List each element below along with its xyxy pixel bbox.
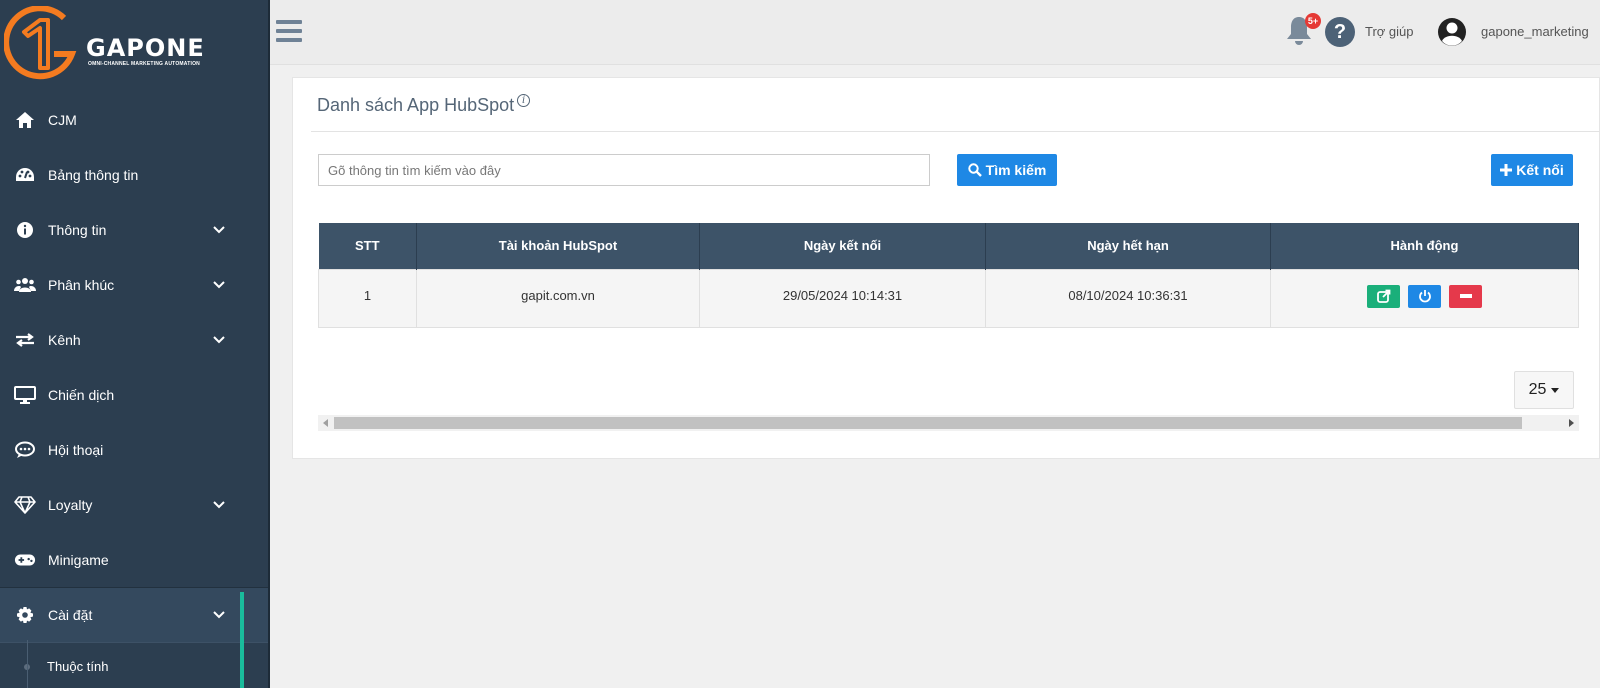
sidebar-item-label: Hội thoại — [48, 441, 104, 458]
dashboard-icon — [14, 164, 36, 186]
sidebar-item-label: Chiến dịch — [48, 386, 115, 403]
page-size-value: 25 — [1528, 381, 1547, 398]
diamond-icon — [14, 494, 36, 516]
gear-icon — [14, 604, 36, 626]
sidebar-item-loyalty[interactable]: Loyalty — [0, 477, 268, 532]
sidebar-item-conversations[interactable]: Hội thoại — [0, 422, 268, 477]
sidebar-subitem-attributes[interactable]: Thuộc tính — [0, 642, 268, 688]
hubspot-apps-table: STT Tài khoản HubSpot Ngày kết nối Ngày … — [318, 223, 1579, 328]
sidebar: GAPONE OMNI-CHANNEL MARKETING AUTOMATION… — [0, 0, 270, 688]
page-title-text: Danh sách App HubSpot — [317, 95, 515, 115]
chevron-down-icon — [213, 500, 225, 510]
column-header-actions: Hành động — [1270, 223, 1579, 269]
plus-icon — [1500, 164, 1513, 176]
notifications-button[interactable]: 5+ — [1284, 13, 1321, 50]
table-row: 1 gapit.com.vn 29/05/2024 10:14:31 08/10… — [318, 268, 1579, 328]
username[interactable]: gapone_marketing — [1481, 24, 1589, 39]
cell-actions — [1270, 268, 1579, 328]
search-button-label: Tìm kiếm — [985, 162, 1047, 178]
power-button[interactable] — [1408, 284, 1441, 308]
user-circle-icon — [1438, 18, 1466, 46]
sidebar-item-label: Cài đặt — [48, 607, 93, 623]
top-bar: 5+ ? Trợ giúp gapone_marketing — [270, 0, 1600, 65]
sidebar-item-segments[interactable]: Phân khúc — [0, 257, 268, 312]
minus-icon — [1459, 294, 1472, 298]
cell-connected-date: 29/05/2024 10:14:31 — [699, 268, 986, 328]
column-header-expiry-date[interactable]: Ngày hết hạn — [985, 223, 1271, 269]
main-panel: Danh sách App HubSpoti Tìm kiếm Kết nối … — [292, 77, 1600, 459]
brand-tagline: OMNI-CHANNEL MARKETING AUTOMATION — [88, 61, 200, 67]
chat-icon — [14, 439, 36, 461]
sidebar-subitem-label: Thuộc tính — [47, 659, 109, 674]
column-header-account[interactable]: Tài khoản HubSpot — [416, 223, 700, 269]
page-size-dropdown[interactable]: 25 — [1514, 371, 1574, 409]
column-header-connected-date[interactable]: Ngày kết nối — [699, 223, 986, 269]
sidebar-item-label: Minigame — [48, 551, 109, 568]
table-header-row: STT Tài khoản HubSpot Ngày kết nối Ngày … — [318, 223, 1579, 269]
menu-toggle-icon[interactable] — [276, 20, 302, 42]
search-icon — [967, 163, 982, 177]
help-icon[interactable]: ? — [1325, 17, 1355, 47]
brand-name: GAPONE — [86, 34, 205, 62]
search-button[interactable]: Tìm kiếm — [957, 154, 1057, 186]
title-divider — [311, 131, 1600, 132]
caret-down-icon — [1551, 387, 1560, 393]
scroll-right-arrow-icon[interactable] — [1569, 419, 1574, 427]
connect-button-label: Kết nối — [1516, 162, 1564, 178]
sidebar-item-info[interactable]: Thông tin — [0, 202, 268, 257]
cell-stt: 1 — [318, 268, 417, 328]
brand-logo[interactable]: GAPONE OMNI-CHANNEL MARKETING AUTOMATION — [0, 0, 268, 92]
sidebar-item-campaigns[interactable]: Chiến dịch — [0, 367, 268, 422]
info-icon — [14, 219, 36, 241]
sidebar-item-minigame[interactable]: Minigame — [0, 532, 268, 587]
help-link[interactable]: Trợ giúp — [1365, 24, 1414, 39]
power-icon — [1418, 290, 1431, 303]
sidebar-item-label: Thông tin — [48, 221, 107, 238]
column-header-stt[interactable]: STT — [318, 223, 417, 269]
user-avatar[interactable] — [1437, 17, 1467, 47]
page-title: Danh sách App HubSpot i — [317, 94, 531, 116]
scrollbar-thumb[interactable] — [334, 417, 1522, 429]
exchange-icon — [14, 329, 36, 351]
sidebar-item-label: CJM — [48, 111, 77, 128]
cell-account: gapit.com.vn — [416, 268, 700, 328]
delete-button[interactable] — [1449, 284, 1482, 308]
gapone-logo-mark-icon — [4, 6, 77, 80]
submenu-guide-line — [27, 640, 28, 688]
chevron-down-icon — [213, 280, 225, 290]
share-edit-icon — [1376, 289, 1390, 303]
home-icon — [14, 109, 36, 131]
sidebar-item-label: Bảng thông tin — [48, 166, 139, 183]
connect-button[interactable]: Kết nối — [1491, 154, 1573, 186]
sidebar-item-dashboard[interactable]: Bảng thông tin — [0, 147, 268, 202]
edit-button[interactable] — [1367, 284, 1400, 308]
info-circle-icon[interactable]: i — [517, 94, 531, 107]
sidebar-nav: CJM Bảng thông tin Thông tin Phân khúc K… — [0, 92, 268, 688]
gamepad-icon — [14, 549, 36, 571]
chevron-down-icon — [213, 335, 225, 345]
sidebar-item-channels[interactable]: Kênh — [0, 312, 268, 367]
sidebar-item-label: Phân khúc — [48, 276, 115, 293]
active-indicator — [240, 592, 244, 688]
scroll-left-arrow-icon[interactable] — [323, 419, 328, 427]
sidebar-item-label: Kênh — [48, 331, 81, 348]
sidebar-item-cjm[interactable]: CJM — [0, 92, 268, 147]
horizontal-scrollbar[interactable] — [318, 415, 1579, 431]
chevron-down-icon — [213, 225, 225, 235]
search-input[interactable] — [318, 154, 930, 186]
notification-badge: 5+ — [1305, 13, 1321, 29]
users-icon — [14, 274, 36, 296]
desktop-icon — [14, 384, 36, 406]
row-actions — [1271, 284, 1578, 308]
sidebar-item-settings[interactable]: Cài đặt — [0, 587, 268, 642]
cell-expiry-date: 08/10/2024 10:36:31 — [985, 268, 1271, 328]
sidebar-item-label: Loyalty — [48, 496, 93, 513]
chevron-down-icon — [213, 610, 225, 620]
